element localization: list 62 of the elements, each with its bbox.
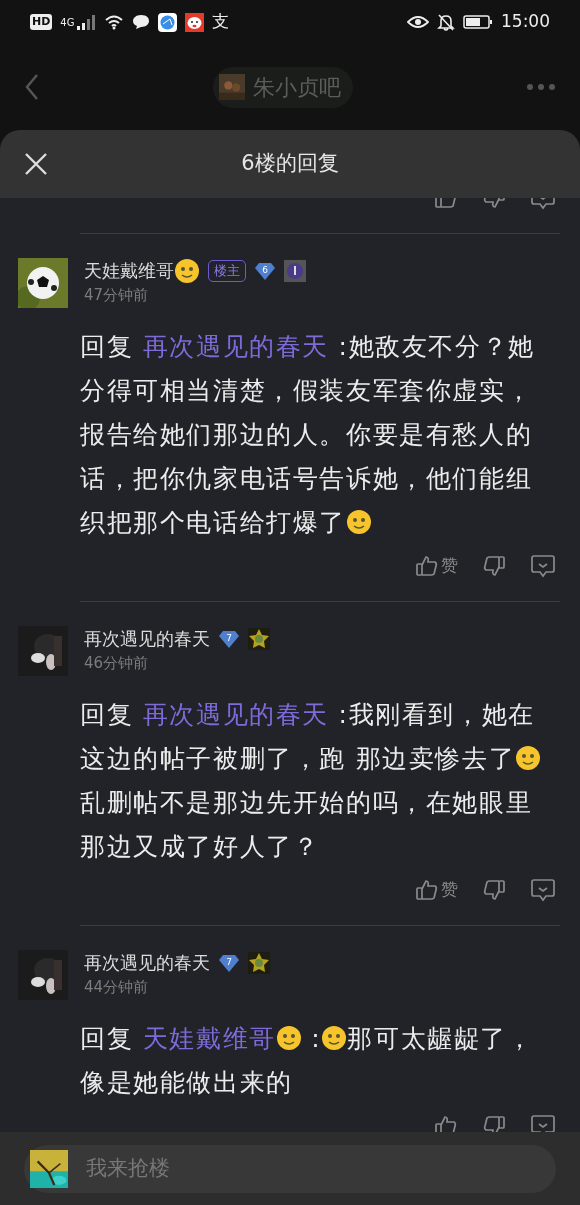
like-button[interactable]	[434, 1114, 458, 1132]
post-time: 46分钟前	[84, 653, 150, 674]
mention-link[interactable]: 天娃戴维哥	[142, 1024, 276, 1053]
level-badge: 7	[218, 953, 240, 973]
network-label: 4G	[60, 15, 75, 30]
smiley-icon	[515, 745, 542, 771]
hd-icon: HD	[30, 13, 53, 31]
clock-time: 15:00	[501, 10, 550, 34]
username[interactable]: 再次遇见的春天	[84, 626, 210, 652]
smiley-icon	[275, 1025, 302, 1051]
medal-icon	[248, 952, 270, 974]
level-badge: 6	[254, 261, 276, 281]
thumbs-up-icon	[415, 878, 439, 902]
like-button[interactable]: 赞	[415, 877, 458, 903]
dislike-button[interactable]	[482, 554, 506, 578]
cartoon-app-icon	[185, 12, 205, 32]
comment-button[interactable]	[530, 554, 556, 578]
forum-title-pill[interactable]: 朱小贞吧	[213, 66, 353, 108]
post-time: 44分钟前	[84, 977, 150, 998]
comment-button[interactable]	[530, 878, 556, 902]
post-time: 47分钟前	[84, 285, 150, 306]
mention-link[interactable]: 再次遇见的春天	[142, 332, 329, 361]
level-badge: 7	[218, 629, 240, 649]
username[interactable]: 天娃戴维哥	[84, 258, 174, 284]
smiley-icon	[346, 509, 372, 535]
close-button[interactable]	[24, 152, 48, 176]
comment-icon	[530, 554, 556, 578]
thumbs-down-icon	[482, 554, 506, 578]
sheet-title: 6楼的回复	[241, 150, 339, 178]
more-icon	[526, 83, 556, 91]
medal-icon	[248, 628, 270, 650]
comment-button[interactable]	[530, 1114, 556, 1132]
like-button[interactable]: 赞	[415, 553, 458, 579]
battery-icon	[463, 14, 493, 30]
back-button[interactable]	[24, 73, 40, 101]
dislike-button[interactable]	[482, 878, 506, 902]
back-icon	[24, 73, 40, 101]
globe-app-icon	[158, 12, 178, 32]
more-button[interactable]	[526, 83, 556, 91]
reply-text: 回复 再次遇见的春天 :我刚看到，她在这边的帖子被删了，跑 那边卖惨去了 乱删帖不是那边先开始的吗，在她眼里那边又成了好人了？	[80, 693, 558, 869]
mention-link[interactable]: 再次遇见的春天	[142, 700, 329, 729]
comment-icon	[530, 1114, 556, 1132]
thumbs-down-icon	[482, 878, 506, 902]
muted-bell-icon	[437, 13, 455, 31]
signal-icon	[76, 14, 97, 30]
wifi-icon	[104, 14, 125, 30]
smiley-icon	[321, 1025, 348, 1051]
close-icon	[24, 152, 48, 176]
reply-text: 回复 天娃戴维哥 : 那可太龌龊了，像是她能做出来的	[80, 1023, 535, 1099]
comment-icon	[530, 878, 556, 902]
op-badge: 楼主	[208, 260, 246, 282]
thumbs-up-icon	[415, 554, 439, 578]
thumbs-down-icon	[482, 1114, 506, 1132]
app-glyph-icon: 支	[212, 9, 230, 35]
thumbs-up-icon	[434, 1114, 458, 1132]
username[interactable]: 再次遇见的春天	[84, 950, 210, 976]
reply-box[interactable]: 我来抢楼	[24, 1144, 556, 1193]
dislike-button[interactable]	[482, 1114, 506, 1132]
eye-icon	[407, 14, 429, 30]
medal-icon	[284, 260, 306, 282]
chat-bubble-icon	[132, 14, 151, 30]
reply-text: 回复 再次遇见的春天 :她敌友不分？她分得可相当清楚，假装友军套你虚实，报告给她们那边的人。你要是有愁人的话，把你仇家电话号告诉她，他们能组织把那个电话给打爆了	[80, 331, 536, 539]
